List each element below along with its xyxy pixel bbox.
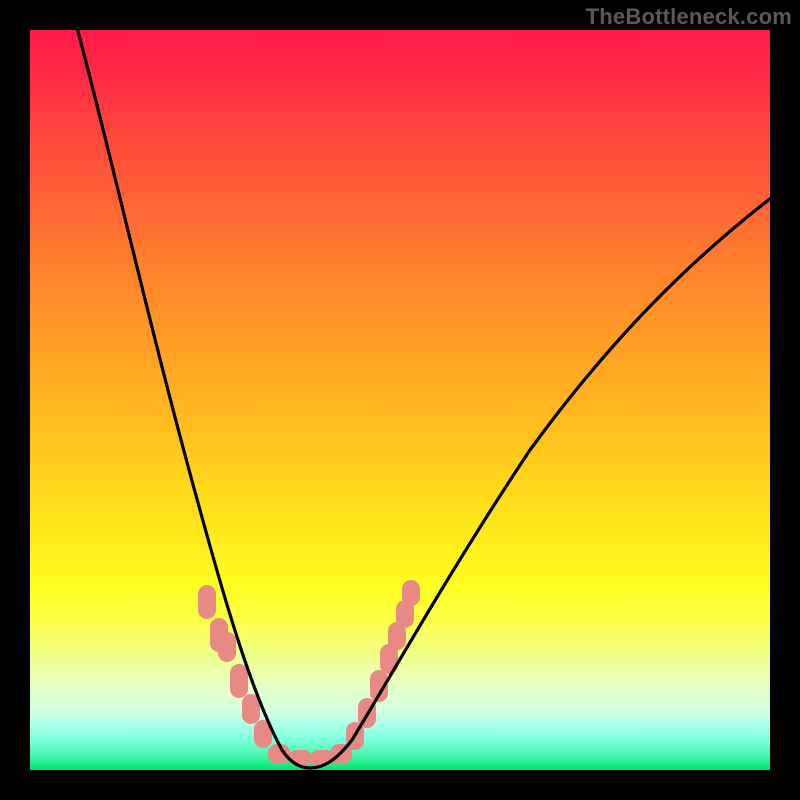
curve-layer — [30, 30, 770, 770]
watermark-text: TheBottleneck.com — [586, 4, 792, 30]
band-markers — [198, 580, 420, 766]
bottleneck-curve — [75, 30, 770, 768]
chart-canvas: TheBottleneck.com — [0, 0, 800, 800]
plot-area — [30, 30, 770, 770]
